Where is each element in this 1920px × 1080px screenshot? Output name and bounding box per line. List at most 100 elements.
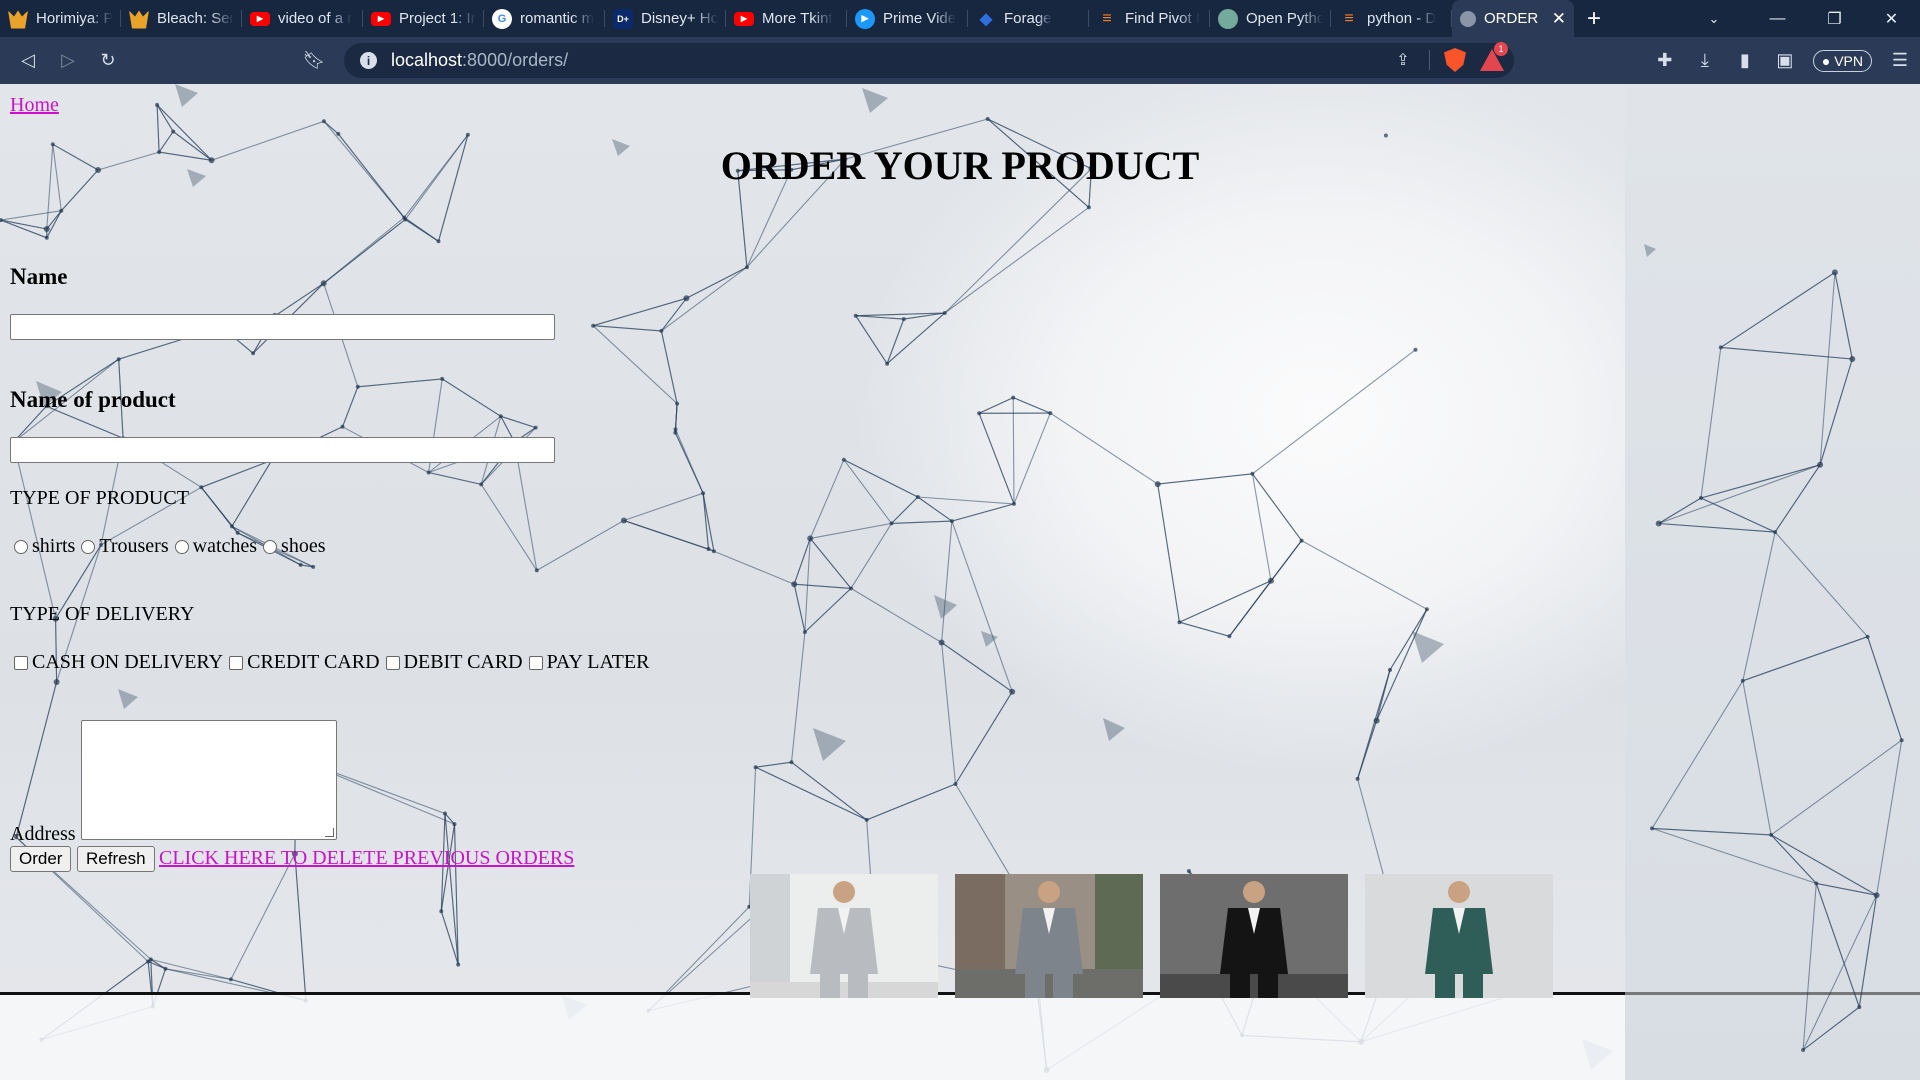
browser-tab[interactable]: ▶ video of a r	[242, 0, 363, 37]
delivery-type-options: CASH ON DELIVERY CREDIT CARD DEBIT CARD PAY…	[14, 651, 655, 674]
forage-icon: ◆	[979, 10, 993, 28]
checkbox[interactable]	[528, 655, 543, 670]
product-type-option[interactable]: watches	[174, 535, 257, 558]
browser-toolbar: ◁ ▷ ↻ 🔖︎ i localhost:8000/orders/ ⇪ 1 ✚ …	[0, 37, 1920, 84]
browser-tab-label: Find Pivot I	[1125, 10, 1201, 27]
checkbox[interactable]	[14, 655, 28, 670]
browser-tab[interactable]: Gromantic m	[484, 0, 605, 37]
browser-tab-label: Open Pytho	[1246, 10, 1323, 27]
checkbox[interactable]	[229, 655, 244, 670]
grey-suit-street-photo	[955, 874, 1143, 998]
reload-icon[interactable]: ↻	[88, 41, 128, 81]
back-icon[interactable]: ◁	[8, 41, 48, 81]
active-tab-label: ORDER	[1484, 10, 1539, 27]
tab-search-chevron-icon[interactable]: ⌄	[1694, 0, 1734, 37]
rewards-badge: 1	[1494, 42, 1508, 56]
youtube-icon: ▶	[734, 11, 754, 26]
browser-tab[interactable]: ▶ More Tkint	[726, 0, 847, 37]
google-icon: G	[492, 8, 512, 29]
browser-tab[interactable]: ◆ Forage	[968, 0, 1089, 37]
delivery-option[interactable]: CASH ON DELIVERY	[14, 651, 223, 674]
option-label: Trousers	[99, 535, 169, 557]
refresh-button[interactable]: Refresh	[77, 846, 155, 872]
extensions-icon[interactable]: ✚	[1645, 41, 1685, 81]
browser-tab-label: More Tkint	[762, 10, 833, 27]
downloads-icon[interactable]: ⤓	[1685, 41, 1725, 81]
browser-tab-label: Horimiya: P	[36, 10, 113, 27]
url-path: :8000/orders/	[462, 50, 569, 70]
address-bar[interactable]: i localhost:8000/orders/ ⇪	[344, 43, 1514, 78]
minimize-icon[interactable]: —	[1749, 0, 1806, 37]
browser-tab[interactable]: Horimiya: P	[0, 0, 121, 37]
delivery-option[interactable]: DEBIT CARD	[385, 651, 523, 674]
browser-tab[interactable]: Open Pytho	[1210, 0, 1331, 37]
radio-button[interactable]	[263, 539, 278, 554]
checkbox[interactable]	[385, 655, 400, 670]
browser-tab-label: Project 1: Ir	[399, 10, 476, 27]
site-info-icon[interactable]: i	[360, 52, 377, 69]
browser-tab-label: romantic m	[520, 10, 595, 27]
browser-tab[interactable]: ≡ Find Pivot I	[1089, 0, 1210, 37]
youtube-icon: ▶	[250, 11, 270, 26]
divider	[1429, 50, 1430, 70]
browser-tab[interactable]: ≡ python - D	[1331, 0, 1452, 37]
name-label: Name	[10, 264, 68, 289]
radio-button[interactable]	[174, 539, 189, 554]
option-label: shirts	[32, 535, 76, 557]
product-type-option[interactable]: shoes	[263, 535, 326, 558]
black-suit-man-photo	[1160, 874, 1348, 998]
delivery-type-label: TYPE OF DELIVERY	[10, 603, 195, 625]
stackoverflow-icon: ≡	[1344, 9, 1354, 27]
menu-icon[interactable]: ☰	[1880, 41, 1920, 81]
share-icon[interactable]: ⇪	[1391, 48, 1415, 72]
youtube-icon: ▶	[371, 11, 391, 26]
address-label: Address	[10, 823, 76, 845]
browser-tab[interactable]: ▶ Project 1: Ir	[363, 0, 484, 37]
product-name-input[interactable]	[10, 437, 555, 463]
globe-icon	[1460, 10, 1476, 27]
close-tab-icon[interactable]: ✕	[1546, 9, 1566, 29]
product-type-options: shirts Trousers watches shoes	[14, 535, 332, 558]
disney-icon: D+	[613, 8, 633, 29]
delivery-option[interactable]: PAY LATER	[528, 651, 650, 674]
home-link[interactable]: Home	[10, 94, 59, 117]
browser-tab[interactable]: D+ Disney+ Hc	[605, 0, 726, 37]
browser-tab-label: video of a r	[278, 10, 353, 27]
url-host: localhost	[391, 50, 463, 70]
product-type-option[interactable]: Trousers	[81, 535, 169, 558]
window-controls: — ❐ ✕	[1749, 0, 1920, 37]
page-title: ORDER YOUR PRODUCT	[720, 143, 1200, 188]
name-input[interactable]	[10, 314, 555, 340]
order-button[interactable]: Order	[10, 846, 72, 872]
address-textarea[interactable]	[81, 720, 337, 840]
close-window-icon[interactable]: ✕	[1863, 0, 1920, 37]
product-type-label: TYPE OF PRODUCT	[10, 487, 189, 509]
tab-strip: Horimiya: P Bleach: Sen ▶ video of a r ▶ Proj…	[0, 0, 1920, 37]
radio-button[interactable]	[14, 539, 28, 554]
delivery-option[interactable]: CREDIT CARD	[229, 651, 380, 674]
browser-tab[interactable]: Bleach: Sen	[121, 0, 242, 37]
delete-orders-link[interactable]: CLICK HERE TO DELETE PREVIOUS ORDERS	[159, 847, 574, 870]
product-name-label: Name of product	[10, 387, 176, 412]
browser-tab-label: Bleach: Sen	[157, 10, 234, 27]
forward-icon[interactable]: ▷	[48, 41, 88, 81]
page-viewport: Home ORDER YOUR PRODUCT Name Name of pro…	[0, 84, 1920, 1080]
product-type-option[interactable]: shirts	[14, 535, 75, 558]
bookmark-icon[interactable]: 🔖︎	[294, 41, 334, 81]
wallet-icon[interactable]: ▣	[1765, 41, 1805, 81]
sidebar-icon[interactable]: ▮	[1725, 41, 1765, 81]
brave-shields-icon[interactable]	[1444, 48, 1466, 72]
radio-button[interactable]	[81, 539, 96, 554]
option-label: DEBIT CARD	[403, 651, 523, 673]
browser-tab-label: python - D	[1367, 10, 1437, 27]
tab-active[interactable]: ORDER ✕	[1452, 0, 1574, 37]
new-tab-button[interactable]: +	[1574, 0, 1614, 37]
tab-list: Horimiya: P Bleach: Sen ▶ video of a r ▶ Proj…	[0, 0, 1452, 37]
address-bar-actions: ⇪	[1391, 48, 1504, 72]
anime-icon	[129, 10, 149, 29]
restore-icon[interactable]: ❐	[1806, 0, 1863, 37]
toolbar-right: ✚ ⤓ ▮ ▣ ● VPN ☰	[1645, 37, 1920, 84]
option-label: PAY LATER	[546, 651, 650, 673]
vpn-button[interactable]: ● VPN	[1812, 49, 1872, 72]
browser-tab[interactable]: ▶ Prime Vide	[847, 0, 968, 37]
